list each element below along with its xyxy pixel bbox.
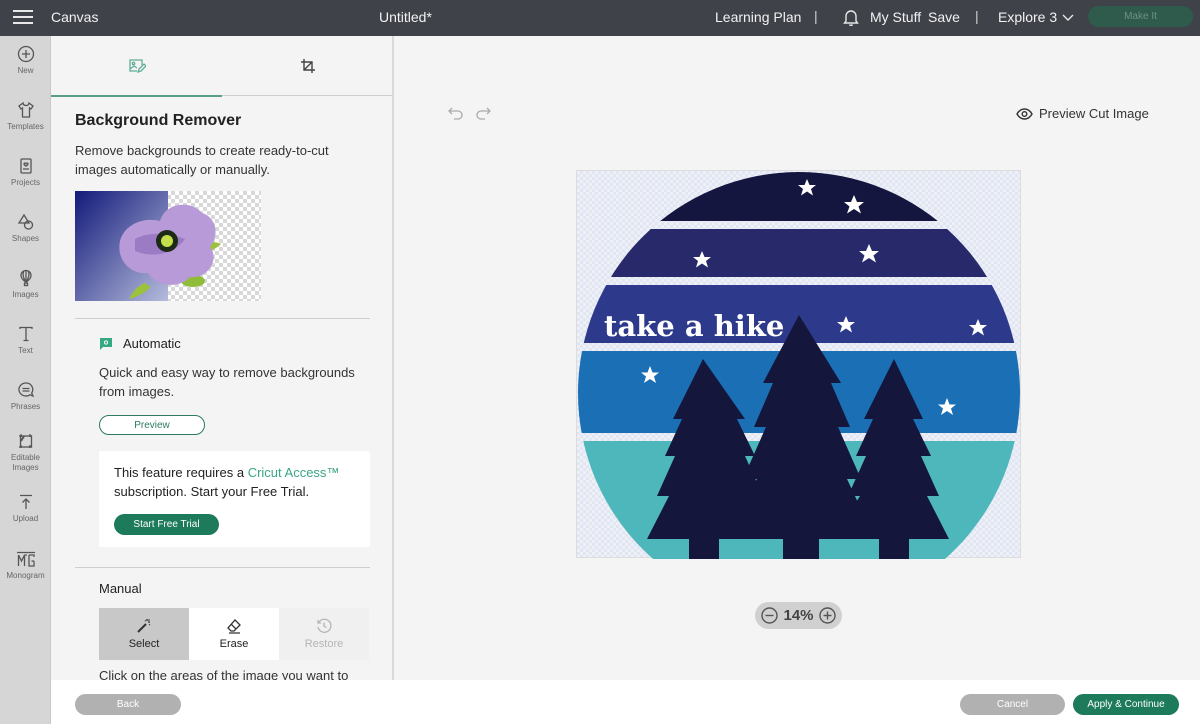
manual-heading: Manual [99, 581, 142, 596]
apply-continue-button[interactable]: Apply & Continue [1073, 694, 1179, 715]
eraser-icon [227, 619, 241, 634]
canvas-area: Preview Cut Image take a hike 14% [396, 36, 1200, 680]
bottom-action-bar: Back Cancel Apply & Continue [51, 680, 1200, 724]
panel-tabs [51, 36, 392, 97]
monogram-icon [16, 551, 35, 567]
app-title: Canvas [51, 9, 99, 25]
take-a-hike-image: take a hike [578, 172, 1020, 559]
zoom-out-icon[interactable] [761, 607, 778, 624]
save-button[interactable]: Save [928, 9, 960, 25]
upload-icon [19, 494, 32, 509]
rail-label: Templates [7, 122, 44, 131]
shapes-icon [17, 213, 33, 230]
automatic-icon [100, 337, 112, 350]
shirt-icon [17, 101, 34, 118]
rail-item-new[interactable]: New [0, 45, 51, 76]
document-title[interactable]: Untitled* [379, 9, 432, 25]
zoom-control: 14% [755, 602, 842, 629]
rail-label: New [17, 66, 34, 75]
preview-button[interactable]: Preview [99, 415, 205, 435]
access-text: subscription. Start your Free Trial. [114, 484, 310, 499]
rail-label: Images [12, 290, 39, 299]
restore-tool-button[interactable]: Restore [279, 608, 369, 660]
sky-band-1 [578, 172, 1020, 221]
left-rail: New Templates Projects Shapes Images Tex… [0, 36, 51, 724]
rail-item-templates[interactable]: Templates [0, 101, 51, 132]
tool-label: Restore [304, 638, 344, 650]
rail-label: Phrases [10, 402, 41, 411]
top-bar: Canvas Untitled* Learning Plan | My Stuf… [0, 0, 1200, 36]
cricut-access-card: This feature requires a Cricut Access™ s… [99, 451, 370, 547]
rail-label: Shapes [11, 234, 40, 243]
select-tool-button[interactable]: Select [99, 608, 189, 660]
rail-item-text[interactable]: Text [0, 325, 51, 356]
rail-label: Text [18, 346, 33, 355]
manual-tools: Select Erase Restore [99, 608, 370, 660]
rail-item-upload[interactable]: Upload [0, 493, 51, 524]
editable-images-icon [18, 434, 32, 448]
balloon-icon [19, 269, 32, 287]
tab-background-remover[interactable] [51, 36, 222, 97]
panel-title: Background Remover [75, 112, 242, 129]
menu-icon[interactable] [13, 10, 33, 25]
eye-icon [1016, 107, 1033, 120]
zoom-in-icon[interactable] [819, 607, 836, 624]
panel-description: Remove backgrounds to create ready-to-cu… [75, 143, 329, 177]
background-remover-panel: Background Remover Remove backgrounds to… [51, 36, 394, 680]
tool-label: Erase [219, 638, 249, 650]
manual-hint: Click on the areas of the image you want… [99, 668, 349, 680]
rail-item-shapes[interactable]: Shapes [0, 213, 51, 244]
rail-label: Editable [11, 453, 40, 462]
restore-icon [317, 618, 332, 633]
bell-icon[interactable] [843, 8, 859, 26]
divider [75, 567, 370, 568]
text-icon [18, 326, 33, 342]
automatic-label: Automatic [123, 336, 181, 351]
erase-tool-button[interactable]: Erase [189, 608, 279, 660]
sky-band-2 [578, 229, 1020, 277]
back-button[interactable]: Back [75, 694, 181, 715]
rail-label: Upload [12, 514, 39, 523]
chevron-down-icon[interactable] [1062, 12, 1074, 22]
rail-item-projects[interactable]: Projects [0, 157, 51, 188]
automatic-heading: Automatic [99, 336, 181, 351]
rail-item-monogram[interactable]: Monogram [0, 550, 51, 581]
magic-wand-icon [137, 619, 151, 633]
rail-label: Images [12, 463, 39, 472]
cancel-button[interactable]: Cancel [960, 694, 1065, 715]
access-text: This feature requires a [114, 465, 248, 480]
image-artboard[interactable]: take a hike [576, 170, 1021, 559]
image-edit-icon [128, 59, 146, 74]
projects-icon [19, 158, 32, 174]
undo-icon[interactable] [448, 106, 464, 120]
tab-crop[interactable] [222, 36, 392, 96]
preview-cut-image-button[interactable]: Preview Cut Image [1016, 106, 1149, 121]
plus-circle-icon [17, 45, 34, 63]
rail-label: Monogram [6, 571, 45, 580]
zoom-level: 14% [783, 607, 814, 624]
background-remover-hero-image [75, 191, 261, 301]
rail-label: Projects [11, 178, 40, 187]
cricut-access-link[interactable]: Cricut Access™ [248, 465, 340, 480]
automatic-description: Quick and easy way to remove backgrounds… [99, 365, 355, 399]
preview-cut-label: Preview Cut Image [1039, 106, 1149, 121]
rail-item-images[interactable]: Images [0, 269, 51, 300]
redo-icon[interactable] [475, 106, 491, 120]
start-free-trial-button[interactable]: Start Free Trial [114, 514, 219, 535]
access-message: This feature requires a Cricut Access™ s… [114, 463, 364, 501]
my-stuff-link[interactable]: My Stuff [870, 9, 921, 25]
rail-item-editable-images[interactable]: Editable Images [0, 432, 51, 473]
machine-select[interactable]: Explore 3 [998, 9, 1057, 25]
rail-item-phrases[interactable]: Phrases [0, 381, 51, 412]
tool-label: Select [128, 638, 160, 650]
make-it-button[interactable]: Make It [1088, 6, 1193, 27]
take-a-hike-text: take a hike [604, 309, 784, 343]
speech-bubble-icon [17, 382, 34, 398]
separator: | [975, 8, 979, 24]
learning-plan-link[interactable]: Learning Plan [715, 9, 801, 25]
separator: | [814, 8, 818, 24]
divider [75, 318, 370, 319]
crop-icon [300, 59, 315, 73]
